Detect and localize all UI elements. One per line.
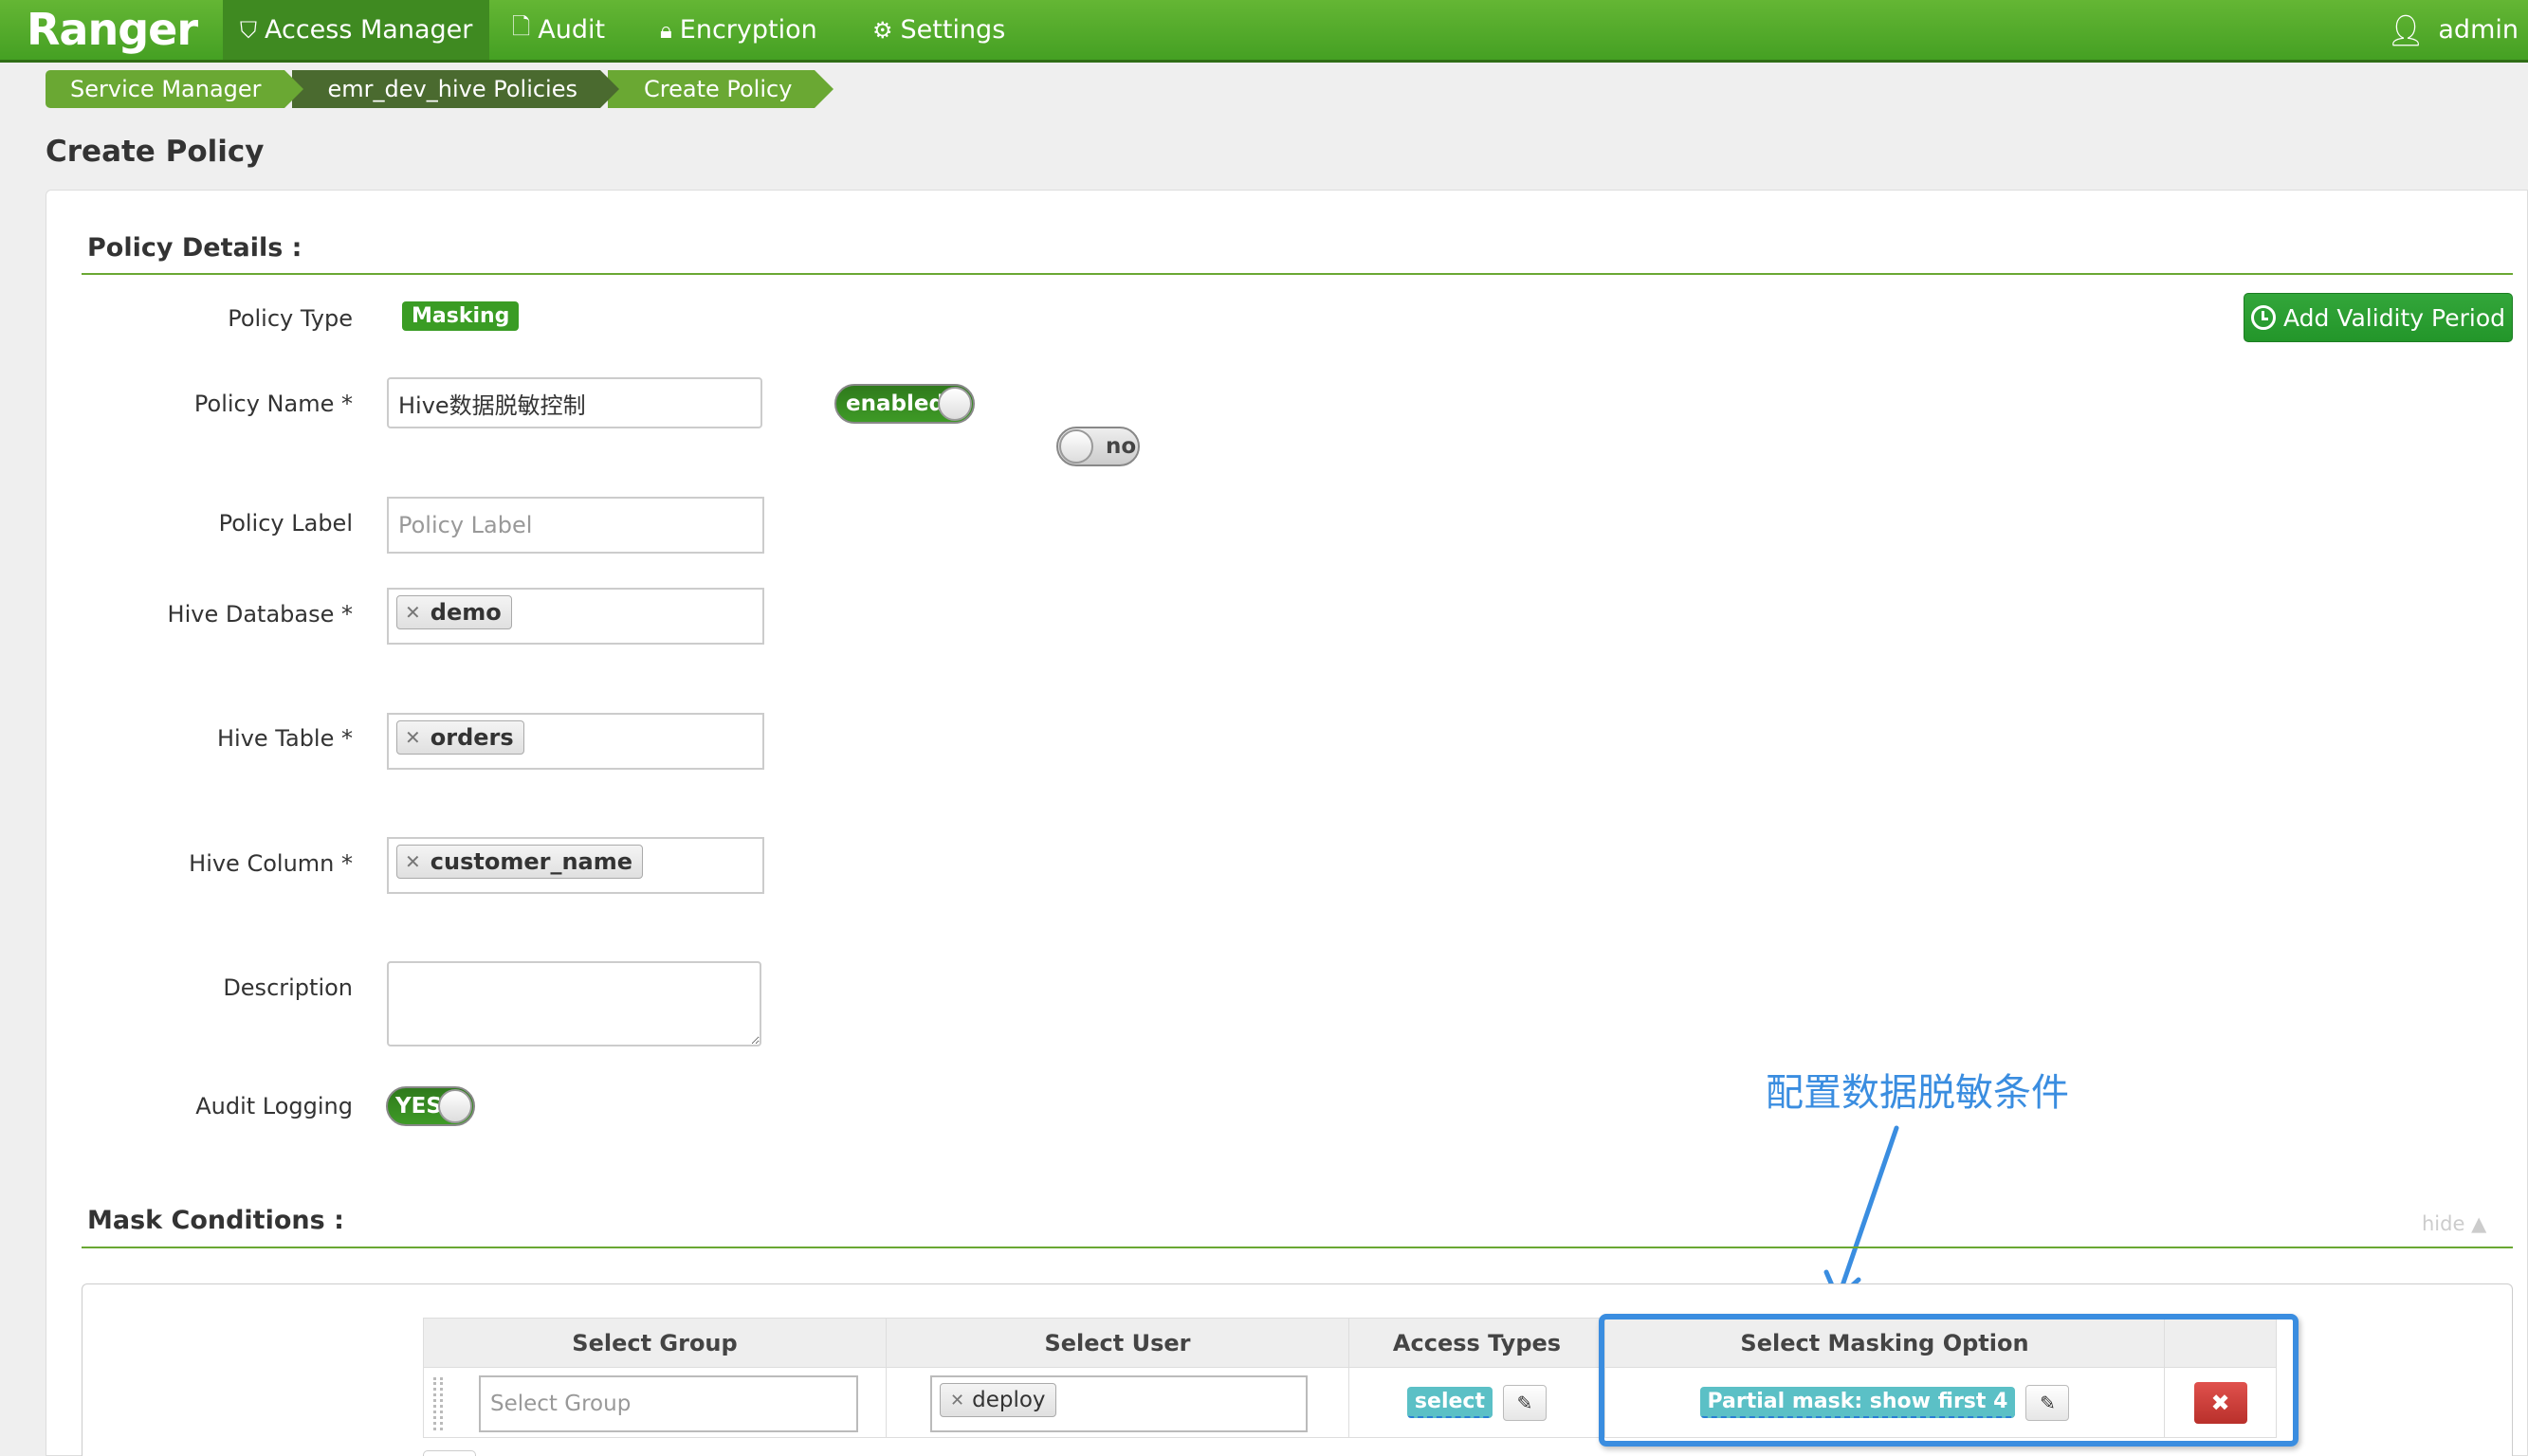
hive-column-tag: ✕ customer_name <box>396 845 644 879</box>
access-types-cell: select ✎ <box>1348 1367 1605 1438</box>
toggle-label: nor <box>1106 434 1138 459</box>
toggle-knob <box>1059 429 1093 464</box>
remove-tag-icon[interactable]: ✕ <box>405 601 421 624</box>
remove-tag-icon[interactable]: ✕ <box>405 850 421 873</box>
policy-label-label: Policy Label <box>218 510 353 537</box>
toggle-label: enabled <box>846 391 944 416</box>
gear-icon: ⚙ <box>872 16 893 44</box>
user-menu[interactable]: 👤︎ admin <box>2387 0 2519 60</box>
user-icon: 👤︎ <box>2386 11 2426 48</box>
policy-label-input[interactable] <box>389 499 762 552</box>
breadcrumb-policies[interactable]: emr_dev_hive Policies <box>291 70 620 108</box>
brand-logo[interactable]: Ranger <box>27 4 198 55</box>
tag-label: deploy <box>972 1388 1046 1412</box>
pencil-icon: ✎ <box>1516 1391 1533 1414</box>
annotation-label: 配置数据脱敏条件 <box>1766 1071 2069 1115</box>
policy-type-badge: Masking <box>402 301 520 331</box>
remove-tag-icon[interactable]: ✕ <box>405 726 421 749</box>
edit-access-types-button[interactable]: ✎ <box>1503 1384 1548 1421</box>
policy-name-field[interactable] <box>387 377 762 428</box>
top-navbar: Ranger ⛉ Access Manager 🗋 Audit 🔒︎ Encry… <box>0 0 2528 63</box>
close-icon: ✖ <box>2210 1389 2230 1416</box>
nav-label: Access Manager <box>265 15 473 45</box>
username: admin <box>2438 15 2519 45</box>
hive-column-label: Hive Column * <box>189 850 353 877</box>
policy-name-label: Policy Name * <box>193 391 353 417</box>
header-actions <box>2164 1318 2277 1368</box>
nav-label: Settings <box>900 15 1006 45</box>
tag-label: orders <box>430 724 514 751</box>
hive-database-field[interactable]: ✕ demo <box>387 588 764 645</box>
audit-logging-label: Audit Logging <box>195 1093 353 1119</box>
page-title: Create Policy <box>46 135 265 169</box>
policy-enabled-toggle[interactable]: enabled <box>834 384 975 424</box>
masking-option-badge[interactable]: Partial mask: show first 4 <box>1699 1387 2016 1418</box>
table-row: ✕ deploy select ✎ Partial mask: show firs… <box>423 1367 2277 1438</box>
section-divider <box>82 1247 2513 1248</box>
hive-table-field[interactable]: ✕ orders <box>387 713 764 770</box>
policy-details-title: Policy Details : <box>87 233 302 263</box>
actions-cell: ✖ <box>2164 1367 2277 1438</box>
clock-icon <box>2250 305 2276 330</box>
audit-logging-toggle[interactable]: YES <box>386 1086 475 1126</box>
file-icon: 🗋 <box>512 13 531 40</box>
policy-override-toggle[interactable]: nor <box>1056 427 1140 466</box>
user-cell: ✕ deploy <box>886 1367 1349 1438</box>
nav-settings[interactable]: ⚙ Settings <box>855 0 1022 60</box>
hive-database-tag: ✕ demo <box>396 595 512 629</box>
nav-label: Encryption <box>679 15 817 45</box>
shield-icon: ⛉ <box>240 16 257 44</box>
nav-encryption[interactable]: 🔒︎ Encryption <box>643 0 834 60</box>
header-select-group: Select Group <box>423 1318 887 1368</box>
pencil-icon: ✎ <box>2040 1391 2056 1414</box>
drag-handle-icon[interactable] <box>433 1377 443 1430</box>
add-row-button[interactable] <box>423 1450 476 1456</box>
description-textarea[interactable] <box>387 961 761 1046</box>
policy-name-input[interactable] <box>389 379 760 427</box>
tag-label: demo <box>430 599 502 626</box>
toggle-label: YES <box>395 1094 442 1119</box>
user-tag: ✕ deploy <box>940 1383 1056 1417</box>
header-select-user: Select User <box>886 1318 1349 1368</box>
nav-audit[interactable]: 🗋 Audit <box>495 0 622 60</box>
toggle-knob <box>938 387 972 421</box>
lock-icon: 🔒︎ <box>660 16 672 44</box>
header-masking-option: Select Masking Option <box>1604 1318 2165 1368</box>
select-group-field[interactable] <box>479 1375 858 1432</box>
masking-option-cell: Partial mask: show first 4 ✎ <box>1604 1367 2165 1438</box>
delete-row-button[interactable]: ✖ <box>2193 1381 2247 1424</box>
breadcrumb: Service Manager emr_dev_hive Policies Cr… <box>46 70 834 108</box>
section-divider <box>82 273 2513 275</box>
hive-table-label: Hive Table * <box>216 725 353 752</box>
add-validity-period-button[interactable]: Add Validity Period <box>2244 293 2513 342</box>
description-label: Description <box>223 974 353 1001</box>
nav-access-manager[interactable]: ⛉ Access Manager <box>223 0 490 60</box>
select-group-input[interactable] <box>481 1377 856 1430</box>
policy-label-field[interactable] <box>387 497 764 554</box>
remove-tag-icon[interactable]: ✕ <box>950 1391 964 1410</box>
breadcrumb-service-manager[interactable]: Service Manager <box>46 70 303 108</box>
group-cell <box>423 1367 887 1438</box>
button-label: Add Validity Period <box>2282 303 2506 332</box>
hide-toggle-link[interactable]: hide ▲ <box>2422 1212 2486 1235</box>
access-type-badge[interactable]: select <box>1406 1387 1493 1418</box>
tag-label: customer_name <box>430 848 633 875</box>
header-access-types: Access Types <box>1348 1318 1605 1368</box>
hive-column-field[interactable]: ✕ customer_name <box>387 837 764 894</box>
mask-conditions-title: Mask Conditions : <box>87 1206 344 1235</box>
toggle-knob <box>438 1089 472 1123</box>
annotation-arrow <box>1823 1125 1899 1301</box>
breadcrumb-create-policy: Create Policy <box>608 70 834 108</box>
nav-label: Audit <box>538 15 606 45</box>
hive-database-label: Hive Database * <box>167 601 353 628</box>
hive-table-tag: ✕ orders <box>396 720 524 755</box>
mask-conditions-table: Select Group Select User Access Types Se… <box>423 1318 2277 1438</box>
policy-type-label: Policy Type <box>228 305 353 332</box>
edit-masking-option-button[interactable]: ✎ <box>2025 1384 2070 1421</box>
select-user-field[interactable]: ✕ deploy <box>930 1375 1308 1432</box>
